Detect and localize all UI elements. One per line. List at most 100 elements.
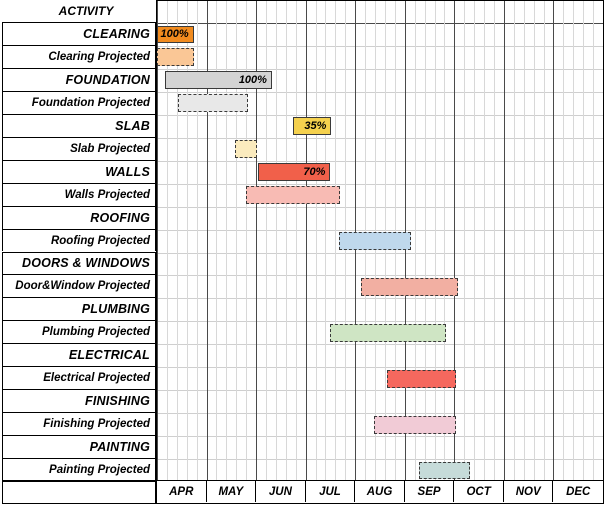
activity-row-label: Plumbing Projected: [2, 320, 156, 344]
gantt-bar-actual[interactable]: 35%: [292, 117, 332, 136]
gantt-chart: ACTIVITY CLEARING Clearing Projected FOUNDA…: [0, 0, 612, 505]
activity-row-label: Slab Projected: [2, 136, 156, 160]
week-gridline: [484, 1, 486, 480]
horizontal-gridline: [157, 413, 603, 415]
gantt-bar-projected[interactable]: [339, 232, 411, 250]
week-gridline: [434, 1, 436, 480]
month-axis-label: OCT: [454, 481, 504, 502]
gantt-bar-projected[interactable]: [235, 140, 258, 159]
horizontal-gridline: [157, 160, 603, 162]
month-gridline: [603, 1, 604, 480]
horizontal-gridline: [157, 275, 603, 277]
activity-column-header: ACTIVITY: [2, 0, 156, 22]
horizontal-gridline: [157, 344, 603, 346]
gantt-bar-projected[interactable]: [374, 415, 457, 434]
week-gridline: [583, 1, 585, 480]
month-gridline: [305, 1, 307, 480]
month-axis-label: MAY: [207, 481, 257, 502]
activity-row-label: Foundation Projected: [2, 90, 156, 114]
month-axis-label: NOV: [504, 481, 554, 502]
horizontal-gridline: [157, 137, 603, 139]
activity-row-label: ELECTRICAL: [2, 343, 156, 367]
activity-row-label: Finishing Projected: [2, 412, 156, 436]
week-gridline: [325, 1, 327, 480]
week-gridline: [285, 1, 287, 480]
horizontal-gridline: [157, 252, 603, 254]
month-axis-label: APR: [157, 481, 207, 502]
activity-row-label: Painting Projected: [2, 458, 156, 481]
gantt-bar-projected[interactable]: [386, 369, 457, 388]
week-gridline: [414, 1, 416, 480]
week-gridline: [444, 1, 446, 480]
horizontal-gridline: [157, 436, 603, 438]
week-gridline: [335, 1, 337, 480]
horizontal-gridline: [157, 68, 603, 70]
activity-row-label: Walls Projected: [2, 182, 156, 206]
activity-row-label: SLAB: [2, 113, 156, 137]
month-axis-label: AUG: [355, 481, 405, 502]
activity-row-label: DOORS & WINDOWS: [2, 251, 156, 275]
gantt-bar-projected[interactable]: [361, 277, 459, 296]
horizontal-gridline: [157, 206, 603, 208]
month-gridline: [157, 1, 158, 480]
month-axis-label: SEP: [405, 481, 455, 502]
month-gridline: [454, 1, 456, 480]
week-gridline: [424, 1, 426, 480]
week-gridline: [513, 1, 515, 480]
horizontal-gridline: [157, 91, 603, 93]
bar-progress-label: 100%: [160, 28, 189, 41]
week-gridline: [533, 1, 535, 480]
horizontal-gridline: [157, 321, 603, 323]
horizontal-gridline: [157, 298, 603, 300]
bar-progress-label: 35%: [304, 120, 327, 133]
month-axis-label: DEC: [566, 485, 591, 498]
horizontal-gridline: [157, 114, 603, 116]
month-gridline: [503, 1, 505, 480]
activity-row-label: Door&Window Projected: [2, 274, 156, 298]
activity-row-label: Roofing Projected: [2, 228, 156, 252]
activity-label-column: ACTIVITY CLEARING Clearing Projected FOUNDA…: [2, 0, 156, 481]
week-gridline: [295, 1, 297, 480]
activity-row-label: Electrical Projected: [2, 366, 156, 390]
bar-progress-label: 70%: [303, 166, 326, 179]
activity-row-label: Clearing Projected: [2, 44, 156, 68]
horizontal-gridline: [157, 45, 603, 47]
activity-row-label: CLEARING: [2, 22, 156, 45]
gantt-bar-projected[interactable]: [246, 186, 341, 205]
week-gridline: [563, 1, 565, 480]
week-gridline: [275, 1, 277, 480]
header-separator-line: [157, 23, 603, 24]
gantt-bar-actual[interactable]: 100%: [157, 25, 194, 44]
activity-row-label: ROOFING: [2, 205, 156, 229]
bar-progress-label: 100%: [238, 74, 267, 87]
month-axis: APR MAY JUN JUL AUG SEP OCT NOV DEC: [156, 481, 604, 504]
gantt-bar-projected[interactable]: [418, 461, 471, 480]
gantt-bar-projected[interactable]: [157, 48, 194, 67]
activity-row-label: PAINTING: [2, 435, 156, 459]
week-gridline: [493, 1, 495, 480]
month-gridline: [553, 1, 555, 480]
horizontal-gridline: [157, 390, 603, 392]
gantt-plot-area: 100% 100% 35% 70%: [156, 0, 604, 481]
week-gridline: [315, 1, 317, 480]
week-gridline: [523, 1, 525, 480]
gantt-bar-projected[interactable]: [177, 94, 249, 113]
gantt-bar-actual[interactable]: 100%: [165, 71, 272, 90]
week-gridline: [573, 1, 575, 480]
week-gridline: [474, 1, 476, 480]
week-gridline: [543, 1, 545, 480]
gantt-bar-projected[interactable]: [330, 323, 447, 342]
horizontal-gridline: [157, 367, 603, 369]
axis-corner-cell: [2, 481, 156, 504]
activity-row-label: FOUNDATION: [2, 67, 156, 91]
week-gridline: [464, 1, 466, 480]
week-gridline: [593, 1, 595, 480]
activity-row-label: PLUMBING: [2, 297, 156, 321]
horizontal-gridline: [157, 459, 603, 461]
horizontal-gridline: [157, 183, 603, 185]
gantt-bar-actual[interactable]: 70%: [258, 163, 331, 182]
month-axis-label: JUL: [306, 481, 356, 502]
activity-row-label: FINISHING: [2, 389, 156, 413]
month-axis-label: JUN: [256, 481, 306, 502]
horizontal-gridline: [157, 229, 603, 231]
